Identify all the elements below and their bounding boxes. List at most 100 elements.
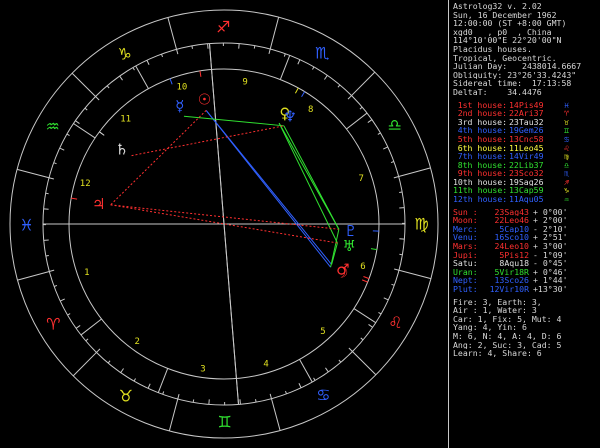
degree-tick xyxy=(85,338,89,342)
zodiac-sign-icon: ♎ xyxy=(388,116,402,135)
sign-line xyxy=(71,72,96,97)
planet-value: 5Cap10 xyxy=(499,224,529,234)
degree-tick xyxy=(132,67,135,71)
planet-name: Sun : xyxy=(453,207,478,217)
planet-row: Jupi: 5Pis12 - 1°09' xyxy=(453,251,598,260)
planet-tick xyxy=(169,78,173,85)
house-number: 11 xyxy=(120,114,131,124)
degree-tick xyxy=(348,347,353,352)
house-row: 11th house: 13Cap59 ♑ xyxy=(453,186,598,195)
degree-tick xyxy=(312,66,315,70)
degree-tick xyxy=(75,325,81,329)
planet-tick xyxy=(71,197,78,200)
house-value: 13Cap59 xyxy=(509,186,544,196)
degree-tick xyxy=(161,53,164,58)
zodiac-sign-icon: ♓ xyxy=(19,216,33,235)
planet-value: 22Leo46 xyxy=(494,216,529,225)
sign-line xyxy=(398,269,432,280)
house-name: 3rd house: xyxy=(457,117,507,127)
house-row: 2nd house: 22Ari37 ♈ xyxy=(453,109,598,118)
degree-tick xyxy=(338,359,342,363)
planet-glyph-icon: ☿ xyxy=(175,97,184,115)
degree-tick xyxy=(120,368,124,373)
sign-line xyxy=(398,167,431,178)
sign-line xyxy=(17,270,50,281)
house-numbers: 123 456789101112 xyxy=(80,78,366,375)
degree-tick xyxy=(48,177,54,180)
planet-decl: +13°30' xyxy=(533,285,568,294)
sign-icon: ♓ xyxy=(564,100,569,110)
planet-glyph-icon: ♆ xyxy=(283,108,296,126)
degree-tick xyxy=(298,383,302,388)
degree-tick xyxy=(367,119,373,123)
stat-line: Ang: 2, Suc: 3, Cad: 5 xyxy=(453,340,562,350)
zodiac-sign-icon: ♋ xyxy=(316,386,330,405)
planet-decl: + 0°46' xyxy=(533,267,568,277)
house-number: 3 xyxy=(200,364,205,374)
house-value: 23Sco32 xyxy=(509,169,544,178)
house-row: 3rd house: 23Tau32 ♉ xyxy=(453,118,598,127)
planet-row: Sun : 23Sag43 + 0°00' xyxy=(453,208,598,217)
degree-tick xyxy=(53,284,58,287)
planet-tick xyxy=(99,131,105,136)
degree-tick xyxy=(133,378,136,382)
planet-name: Plut: xyxy=(453,285,478,294)
planet-name: Merc: xyxy=(453,224,478,234)
house-table: 1st house: 14Pis49 ♓ 2nd house: 22Ari37 ♈ 3rd … xyxy=(453,101,598,204)
planet-glyph-icon: ♃ xyxy=(92,195,105,213)
degree-tick xyxy=(107,360,111,364)
planet-name: Satu: xyxy=(453,259,478,268)
degree-tick xyxy=(146,60,150,65)
degree-tick xyxy=(283,53,286,57)
house-name: 7th house: xyxy=(457,152,507,161)
sign-line xyxy=(270,398,281,431)
aspect-lines xyxy=(110,110,340,268)
zodiac-sign-icon: ♊ xyxy=(218,412,232,431)
stat-line: Learn: 4, Share: 6 xyxy=(453,349,542,358)
info-line: Julian Day: 2438014.6667 xyxy=(453,62,582,71)
house-cusp-line xyxy=(346,112,368,130)
element-stats: Fire: 3, Earth: 3, Air : 1, Water: 3 Car: … xyxy=(453,298,598,358)
info-line: Obliquity: 23°26'33.4243" xyxy=(453,70,577,80)
house-name: 5th house: xyxy=(457,134,507,144)
planet-glyph-icon: ☉ xyxy=(198,91,211,109)
zodiac-sign-icon: ♍ xyxy=(414,214,428,233)
sign-icon: ♋ xyxy=(564,134,569,144)
degree-tick xyxy=(393,176,399,179)
planet-value: 23Sag43 xyxy=(494,207,529,217)
degree-tick xyxy=(255,399,257,403)
info-line: Placidus houses. xyxy=(453,44,532,54)
house-cusp-line xyxy=(157,368,169,393)
degree-tick xyxy=(391,283,395,286)
planet-row: Moon: 22Leo46 + 2°00' xyxy=(453,216,598,225)
house-name: 6th house: xyxy=(457,143,507,153)
degree-tick xyxy=(45,255,49,257)
aspect-line xyxy=(278,122,338,244)
planet-row: Satu: 8Aqu18 - 0°45' xyxy=(453,259,598,268)
degree-tick xyxy=(177,394,180,400)
house-number: 7 xyxy=(358,174,363,184)
planet-tick xyxy=(361,279,368,283)
house-value: 11Leo45 xyxy=(509,143,544,153)
degree-tick xyxy=(59,147,65,151)
stat-line: M: 6, N: 4, A: 4, D: 6 xyxy=(453,331,562,341)
sign-icon: ♈ xyxy=(564,109,569,118)
degree-tick xyxy=(360,337,364,341)
info-line: 12:00:00 (ST +8:00 GMT) xyxy=(453,19,567,28)
sign-line xyxy=(167,17,178,50)
info-line: xgd0 , p0 , China xyxy=(453,27,552,37)
house-name: 9th house: xyxy=(457,169,507,178)
degree-tick xyxy=(313,377,316,381)
planet-name: Uran: xyxy=(453,267,478,277)
house-name: 8th house: xyxy=(457,160,507,170)
info-line: 114°10'00"E 22°20'00"N xyxy=(453,36,562,45)
house-cusp-line xyxy=(73,123,96,139)
planet-value: 16Sco10 xyxy=(494,233,529,243)
planet-row: Plut: 12Vir10R +13°30' xyxy=(453,285,598,294)
sign-icon: ♒ xyxy=(564,195,569,204)
degree-tick xyxy=(325,367,329,373)
stat-line: Air : 1, Water: 3 xyxy=(453,306,537,315)
house-cusp-line xyxy=(135,65,149,89)
planet-decl: - 0°45' xyxy=(533,259,568,268)
house-value: 23Tau32 xyxy=(509,117,544,127)
